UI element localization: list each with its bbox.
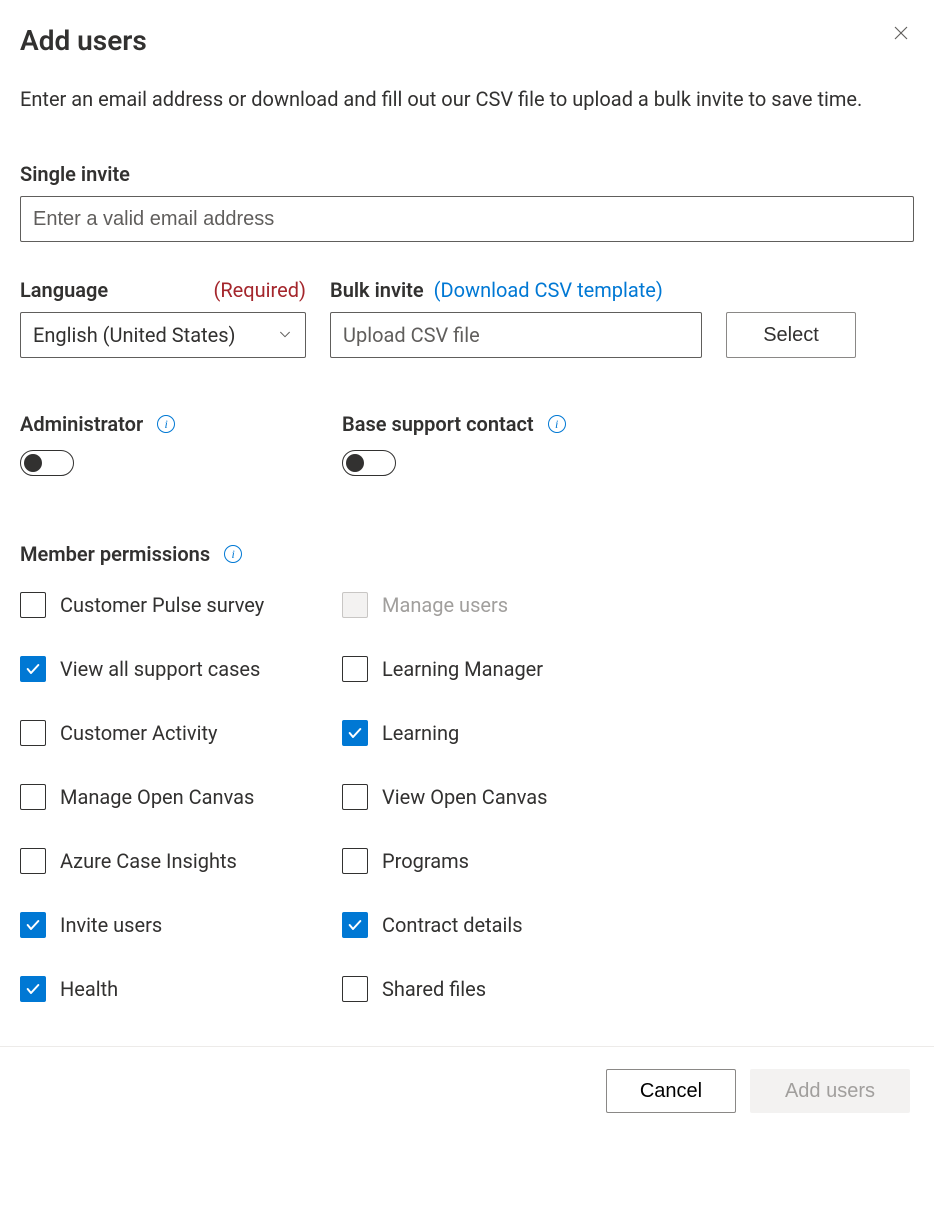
base-support-contact-toggle[interactable] xyxy=(342,450,396,476)
permission-learning-manager: Learning Manager xyxy=(342,656,664,682)
checkbox-azure-case-insights[interactable] xyxy=(20,848,46,874)
permission-label: Customer Activity xyxy=(60,721,217,745)
language-label: Language xyxy=(20,278,108,302)
info-icon[interactable]: i xyxy=(548,415,566,433)
permission-label: Learning Manager xyxy=(382,657,543,681)
cancel-button[interactable]: Cancel xyxy=(606,1069,736,1113)
info-icon[interactable]: i xyxy=(224,545,242,563)
checkbox-manage-open-canvas[interactable] xyxy=(20,784,46,810)
close-button[interactable] xyxy=(888,20,914,46)
permission-manage-open-canvas: Manage Open Canvas xyxy=(20,784,342,810)
checkbox-learning-manager[interactable] xyxy=(342,656,368,682)
permission-shared-files: Shared files xyxy=(342,976,664,1002)
permission-invite-users: Invite users xyxy=(20,912,342,938)
member-permissions-title: Member permissions xyxy=(20,542,210,566)
checkbox-contract-details[interactable] xyxy=(342,912,368,938)
info-icon[interactable]: i xyxy=(157,415,175,433)
permission-customer-activity: Customer Activity xyxy=(20,720,342,746)
permission-label: Shared files xyxy=(382,977,486,1001)
dialog-title: Add users xyxy=(20,24,147,57)
permission-label: Customer Pulse survey xyxy=(60,593,264,617)
checkbox-shared-files[interactable] xyxy=(342,976,368,1002)
permission-learning: Learning xyxy=(342,720,664,746)
permission-health: Health xyxy=(20,976,342,1002)
permission-label: Invite users xyxy=(60,913,162,937)
permission-label: Manage users xyxy=(382,593,508,617)
chevron-down-icon xyxy=(277,323,293,347)
checkbox-learning[interactable] xyxy=(342,720,368,746)
email-input[interactable] xyxy=(20,196,914,242)
language-value: English (United States) xyxy=(33,323,236,347)
bulk-invite-label: Bulk invite xyxy=(330,278,424,302)
permission-label: View Open Canvas xyxy=(382,785,547,809)
checkbox-view-all-support-cases[interactable] xyxy=(20,656,46,682)
administrator-toggle[interactable] xyxy=(20,450,74,476)
permission-label: Health xyxy=(60,977,118,1001)
base-support-contact-label: Base support contact xyxy=(342,412,534,436)
dialog-description: Enter an email address or download and f… xyxy=(20,85,900,114)
single-invite-label: Single invite xyxy=(20,162,914,186)
permission-label: Manage Open Canvas xyxy=(60,785,254,809)
permission-manage-users: Manage users xyxy=(342,592,664,618)
language-required-indicator: (Required) xyxy=(214,278,306,302)
download-csv-link[interactable]: (Download CSV template) xyxy=(434,278,663,302)
language-select[interactable]: English (United States) xyxy=(20,312,306,358)
checkbox-health[interactable] xyxy=(20,976,46,1002)
permission-view-open-canvas: View Open Canvas xyxy=(342,784,664,810)
permission-azure-case-insights: Azure Case Insights xyxy=(20,848,342,874)
upload-csv-field[interactable]: Upload CSV file xyxy=(330,312,702,358)
permission-label: Learning xyxy=(382,721,459,745)
toggle-knob xyxy=(24,454,42,472)
checkbox-customer-pulse-survey[interactable] xyxy=(20,592,46,618)
permission-label: Azure Case Insights xyxy=(60,849,237,873)
toggle-knob xyxy=(346,454,364,472)
checkbox-view-open-canvas[interactable] xyxy=(342,784,368,810)
permission-label: View all support cases xyxy=(60,657,260,681)
checkbox-invite-users[interactable] xyxy=(20,912,46,938)
checkbox-manage-users xyxy=(342,592,368,618)
permission-customer-pulse-survey: Customer Pulse survey xyxy=(20,592,342,618)
add-users-button[interactable]: Add users xyxy=(750,1069,910,1113)
permission-label: Programs xyxy=(382,849,469,873)
upload-csv-placeholder: Upload CSV file xyxy=(343,323,480,347)
permission-contract-details: Contract details xyxy=(342,912,664,938)
select-file-button[interactable]: Select xyxy=(726,312,856,358)
checkbox-programs[interactable] xyxy=(342,848,368,874)
permission-label: Contract details xyxy=(382,913,523,937)
permission-view-all-support-cases: View all support cases xyxy=(20,656,342,682)
administrator-label: Administrator xyxy=(20,412,143,436)
permission-programs: Programs xyxy=(342,848,664,874)
checkbox-customer-activity[interactable] xyxy=(20,720,46,746)
